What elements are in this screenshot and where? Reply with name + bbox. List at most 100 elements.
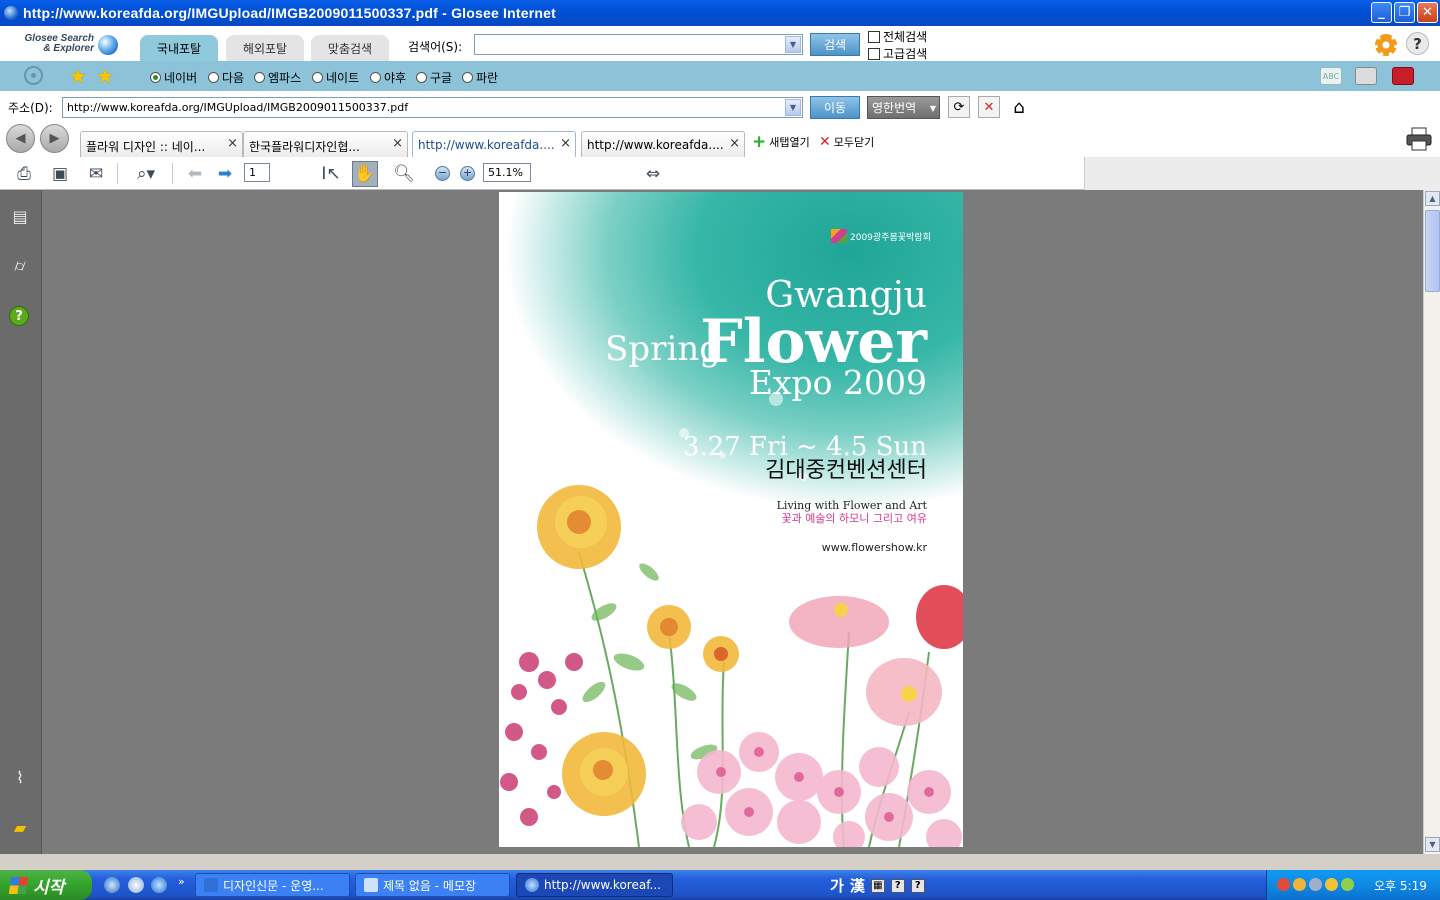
tray-app-icon[interactable] [1325,878,1338,891]
portal-tab-domestic[interactable]: 국내포탈 [140,35,218,61]
chevron-right-icon[interactable]: » [178,875,185,888]
scroll-down-icon[interactable]: ▼ [1425,837,1440,852]
pages-icon[interactable]: ▤ [9,205,31,227]
refresh-icon[interactable]: ⟳ [948,96,970,118]
favorites-star-icon[interactable]: ★ [69,64,87,88]
tray-app-icon[interactable] [1309,878,1322,891]
help-icon[interactable]: ? [1406,32,1429,55]
close-tab-icon[interactable]: × [392,136,403,151]
radio-dot[interactable] [416,72,427,83]
plus-icon: + [752,132,767,152]
taskbar-button-design-news[interactable]: 디자인신문 - 운영... [195,873,350,897]
portal-tab-custom[interactable]: 맞춤검색 [311,35,389,61]
page-number-input[interactable]: 1 [244,163,270,182]
radio-dot[interactable] [150,72,161,83]
ime-help-icon[interactable]: ? [890,878,905,893]
zoom-in-icon[interactable]: + [460,166,475,181]
radio-dot[interactable] [462,72,473,83]
ime-indicator[interactable]: 가 漢 ▦ ? ? [830,875,925,896]
ie-quicklaunch-icon[interactable] [104,877,120,893]
translate-button[interactable]: 영한번역 ▼ [867,96,940,119]
minimize-button[interactable]: _ [1371,2,1392,23]
search-input[interactable]: ▼ [474,34,803,55]
close-tab-icon[interactable]: × [729,136,740,151]
hand-tool-icon[interactable]: ✋ [352,161,378,187]
ime-tool-icon[interactable]: ▦ [870,878,885,893]
scroll-thumb[interactable] [1425,210,1440,292]
engine-radio-empas[interactable]: 엠파스 [254,69,301,86]
globe-icon [98,35,118,55]
checkbox-box[interactable] [868,47,880,60]
engine-label: 엠파스 [268,71,302,85]
close-tab-icon[interactable]: × [227,136,238,151]
browser-tab-active[interactable]: http://www.koreafda.... × [412,131,576,157]
find-icon[interactable]: ⌕▾ [128,161,164,187]
engine-radio-nate[interactable]: 네이트 [312,69,359,86]
browser-tab[interactable]: 한국플라워디자인협... × [243,131,408,157]
ime-hanja[interactable]: 漢 [850,875,865,896]
tools-icon[interactable] [1355,67,1377,85]
radio-dot[interactable] [254,72,265,83]
vertical-scrollbar[interactable]: ▲ ▼ [1423,190,1440,854]
next-page-icon[interactable]: ➡ [212,161,238,187]
gear-icon[interactable] [1375,34,1397,56]
printer-icon[interactable] [1406,127,1432,151]
checkbox-box[interactable] [868,30,880,43]
comments-icon[interactable]: ▰ [9,816,31,838]
atom-icon[interactable] [24,66,43,85]
radio-dot[interactable] [208,72,219,83]
help-icon[interactable]: ? [9,306,29,326]
home-icon[interactable]: ⌂ [1008,96,1030,118]
radio-dot[interactable] [312,72,323,83]
address-input[interactable]: http://www.koreafda.org/IMGUpload/IMGB20… [62,97,803,118]
restore-button[interactable]: ❐ [1394,2,1415,23]
forward-arrow-icon[interactable]: ▶ [40,124,69,153]
zoom-level-input[interactable]: 51.1% [483,163,531,182]
engine-radio-naver[interactable]: 네이버 [150,69,197,86]
zoom-tool-icon[interactable]: 🔍︎ [391,161,417,187]
go-button[interactable]: 이동 [810,96,860,119]
tray-app-icon[interactable] [1277,878,1290,891]
ime-hangul[interactable]: 가 [830,875,844,896]
search-button[interactable]: 검색 [810,33,860,56]
engine-radio-paran[interactable]: 파란 [462,69,498,86]
taskbar-button-notepad[interactable]: 제목 없음 - 메모장 [355,873,510,897]
paperclip-icon[interactable]: ⌇ [9,766,31,788]
new-tab-button[interactable]: + 새탭열기 [752,132,810,152]
print-icon[interactable]: ⎙ [11,161,37,187]
chevron-down-icon[interactable]: ▼ [785,36,801,53]
start-button[interactable]: 시작 [0,870,92,900]
ime-help-icon-2[interactable]: ? [910,878,925,893]
alert-icon[interactable] [1392,67,1414,85]
engine-radio-google[interactable]: 구글 [416,69,452,86]
radio-dot[interactable] [370,72,381,83]
checkbox-all-search[interactable]: 전체검색 [868,28,927,45]
scroll-up-icon[interactable]: ▲ [1425,191,1440,206]
add-favorite-star-icon[interactable]: ★ [96,64,114,88]
glosee-quicklaunch-icon[interactable] [151,877,167,893]
taskbar-button-glosee-active[interactable]: http://www.koreaf... [516,873,673,897]
chevron-down-icon[interactable]: ▼ [785,99,801,116]
browser-tab[interactable]: 플라워 디자인 :: 네이... × [80,131,243,157]
fit-width-icon[interactable]: ⇔ [640,161,666,187]
stop-icon[interactable]: ✕ [978,96,1000,118]
email-icon[interactable]: ✉ [83,161,109,187]
tray-app-icon[interactable] [1293,878,1306,891]
save-icon[interactable]: ▣ [47,161,73,187]
close-all-tabs-button[interactable]: ✕ 모두닫기 [819,134,874,150]
messenger-quicklaunch-icon[interactable] [128,877,144,893]
spellcheck-icon[interactable]: ABC [1320,67,1342,85]
previous-page-icon[interactable]: ⬅ [182,161,208,187]
zoom-out-icon[interactable]: − [435,166,450,181]
close-window-button[interactable]: ✕ [1417,2,1438,23]
checkbox-advanced-search[interactable]: 고급검색 [868,45,927,62]
close-tab-icon[interactable]: × [560,136,571,151]
browser-tab[interactable]: http://www.koreafda.... × [581,131,745,157]
portal-tab-overseas[interactable]: 해외포탈 [226,35,304,61]
engine-radio-yahoo[interactable]: 야후 [370,69,406,86]
back-arrow-icon[interactable]: ◀ [6,124,35,153]
binoculars-icon[interactable]: ⌭ [9,255,31,277]
engine-radio-daum[interactable]: 다음 [208,69,244,86]
select-text-icon[interactable]: I↖ [318,161,344,187]
tray-app-icon[interactable] [1341,878,1354,891]
